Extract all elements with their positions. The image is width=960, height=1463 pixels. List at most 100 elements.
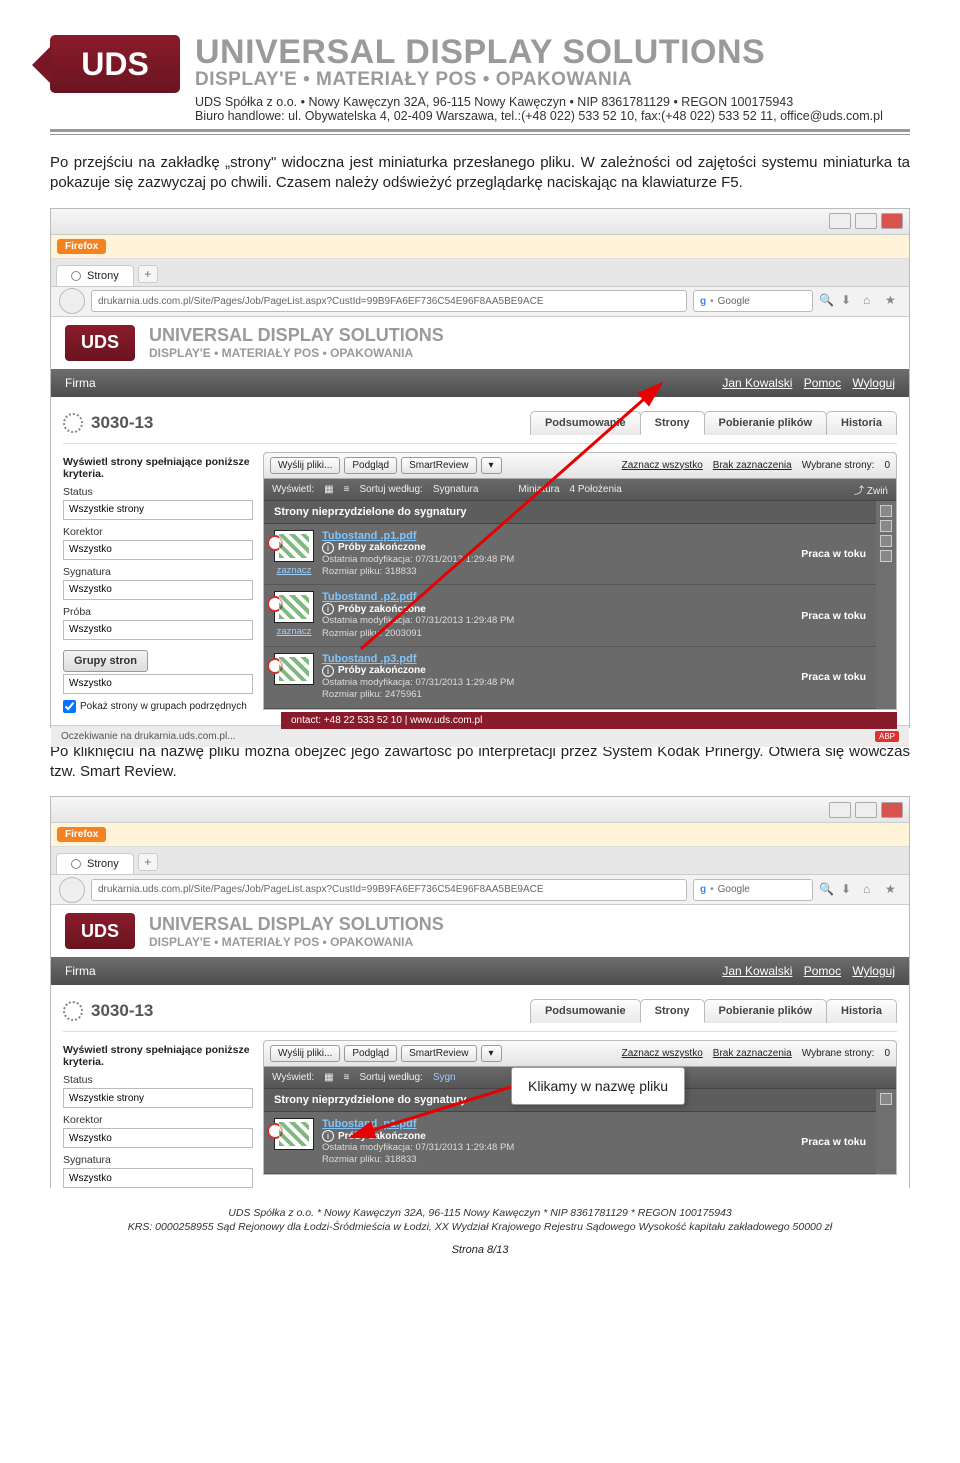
smartreview-button[interactable]: SmartReview [401, 457, 476, 474]
back-button[interactable] [59, 877, 85, 903]
logout-link[interactable]: Wyloguj [852, 964, 895, 978]
callout-tooltip: Klikamy w nazwę pliku [511, 1067, 685, 1105]
list-icon[interactable]: ≡ [344, 1072, 350, 1083]
tab-strony[interactable]: Strony [640, 411, 705, 435]
dropdown-button[interactable]: ▾ [481, 457, 502, 474]
new-tab-button[interactable]: + [138, 853, 158, 871]
proba-select[interactable] [63, 620, 253, 640]
download-icon[interactable]: ⬇ [841, 882, 857, 898]
tab-historia[interactable]: Historia [826, 999, 897, 1023]
select-all-link[interactable]: Zaznacz wszystko [622, 1048, 703, 1059]
page-row[interactable]: zaznacz Tubostand .p2.pdf iPróby zakończ… [264, 585, 876, 647]
status-select[interactable] [63, 1088, 253, 1108]
preview-button[interactable]: Podgląd [344, 1045, 397, 1062]
tab-podsumowanie[interactable]: Podsumowanie [530, 999, 641, 1023]
search-icon[interactable]: 🔍 [819, 882, 835, 898]
abp-icon[interactable]: ABP [875, 731, 899, 742]
preview-button[interactable]: Podgląd [344, 457, 397, 474]
firefox-menu-button[interactable]: Firefox [57, 827, 106, 842]
help-link[interactable]: Pomoc [804, 964, 841, 978]
page-row[interactable]: zaznacz Tubostand .p1.pdf iPróby zakończ… [264, 524, 876, 586]
job-number: 3030-13 [91, 413, 153, 433]
search-field[interactable]: g•Google [693, 290, 813, 312]
select-all-link[interactable]: Zaznacz wszystko [622, 460, 703, 471]
deselect-link[interactable]: Brak zaznaczenia [713, 460, 792, 471]
korektor-select[interactable] [63, 1128, 253, 1148]
help-link[interactable]: Pomoc [804, 376, 841, 390]
firefox-menu-button[interactable]: Firefox [57, 239, 106, 254]
file-link[interactable]: Tubostand .p1.pdf [322, 530, 514, 542]
minimize-button[interactable] [829, 213, 851, 229]
logout-link[interactable]: Wyloguj [852, 376, 895, 390]
user-link[interactable]: Jan Kowalski [722, 964, 792, 978]
url-field[interactable]: drukarnia.uds.com.pl/Site/Pages/Job/Page… [91, 290, 687, 312]
list-icon[interactable]: ≡ [344, 484, 350, 495]
user-link[interactable]: Jan Kowalski [722, 376, 792, 390]
url-field[interactable]: drukarnia.uds.com.pl/Site/Pages/Job/Page… [91, 879, 687, 901]
send-files-button[interactable]: Wyślij pliki... [270, 1045, 340, 1062]
bookmark-icon[interactable]: ★ [885, 882, 901, 898]
back-button[interactable] [59, 288, 85, 314]
file-link[interactable]: Tubostand .p2.pdf [322, 591, 514, 603]
grid-icon[interactable]: ▦ [324, 1072, 333, 1083]
tab-pobieranie[interactable]: Pobieranie plików [704, 411, 828, 435]
tab-strony[interactable]: Strony [640, 999, 705, 1023]
info-icon: i [322, 665, 334, 677]
tab-podsumowanie[interactable]: Podsumowanie [530, 411, 641, 435]
page-row[interactable]: Tubostand .p3.pdf iPróby zakończone Osta… [264, 647, 876, 709]
close-button[interactable] [881, 802, 903, 818]
sygnatura-select[interactable] [63, 580, 253, 600]
close-button[interactable] [881, 213, 903, 229]
view-option[interactable] [880, 550, 892, 562]
browser-tab[interactable]: Strony [56, 265, 134, 286]
collapse-label[interactable]: Zwiń [867, 486, 888, 497]
page-thumbnail[interactable] [274, 591, 314, 623]
view-option[interactable] [880, 505, 892, 517]
app-logo: UDS [65, 913, 135, 949]
new-tab-button[interactable]: + [138, 265, 158, 283]
nav-firma[interactable]: Firma [65, 964, 96, 978]
sort-value[interactable]: Sygn [433, 1072, 456, 1083]
url-bar: drukarnia.uds.com.pl/Site/Pages/Job/Page… [51, 875, 909, 905]
search-field[interactable]: g•Google [693, 879, 813, 901]
maximize-button[interactable] [855, 213, 877, 229]
zaznacz-link[interactable]: zaznacz [277, 626, 312, 637]
page-thumbnail[interactable] [274, 653, 314, 685]
polozenia-select[interactable]: 4 Położenia [570, 484, 622, 495]
app-header: UDS UNIVERSAL DISPLAY SOLUTIONS DISPLAY'… [51, 905, 909, 957]
file-link[interactable]: Tubostand .p1.pdf [322, 1118, 514, 1130]
dropdown-button[interactable]: ▾ [481, 1045, 502, 1062]
grid-icon[interactable]: ▦ [324, 484, 333, 495]
maximize-button[interactable] [855, 802, 877, 818]
tab-pobieranie[interactable]: Pobieranie plików [704, 999, 828, 1023]
sort-value[interactable]: Sygnatura [433, 484, 479, 495]
bookmark-icon[interactable]: ★ [885, 293, 901, 309]
tab-historia[interactable]: Historia [826, 411, 897, 435]
view-option[interactable] [880, 1093, 892, 1105]
home-icon[interactable]: ⌂ [863, 882, 879, 898]
page-row[interactable]: Tubostand .p1.pdf iPróby zakończone Osta… [264, 1112, 876, 1174]
sygnatura-select[interactable] [63, 1168, 253, 1188]
status-select[interactable] [63, 500, 253, 520]
nav-firma[interactable]: Firma [65, 376, 96, 390]
view-option[interactable] [880, 535, 892, 547]
download-icon[interactable]: ⬇ [841, 293, 857, 309]
view-option[interactable] [880, 520, 892, 532]
home-icon[interactable]: ⌂ [863, 293, 879, 309]
grupy-button[interactable]: Grupy stron [63, 650, 148, 672]
grupy-field[interactable] [63, 674, 253, 694]
search-icon[interactable]: 🔍 [819, 293, 835, 309]
zaznacz-link[interactable]: zaznacz [277, 565, 312, 576]
send-files-button[interactable]: Wyślij pliki... [270, 457, 340, 474]
pokaz-checkbox[interactable] [63, 700, 76, 713]
smartreview-button[interactable]: SmartReview [401, 1045, 476, 1062]
page-thumbnail[interactable] [274, 1118, 314, 1150]
minimize-button[interactable] [829, 802, 851, 818]
browser-tab[interactable]: Strony [56, 853, 134, 874]
page-number: Strona 8/13 [50, 1244, 910, 1256]
deselect-link[interactable]: Brak zaznaczenia [713, 1048, 792, 1059]
korektor-select[interactable] [63, 540, 253, 560]
file-link[interactable]: Tubostand .p3.pdf [322, 653, 514, 665]
page-thumbnail[interactable] [274, 530, 314, 562]
collapse-icon[interactable]: ⤴ [854, 486, 864, 497]
